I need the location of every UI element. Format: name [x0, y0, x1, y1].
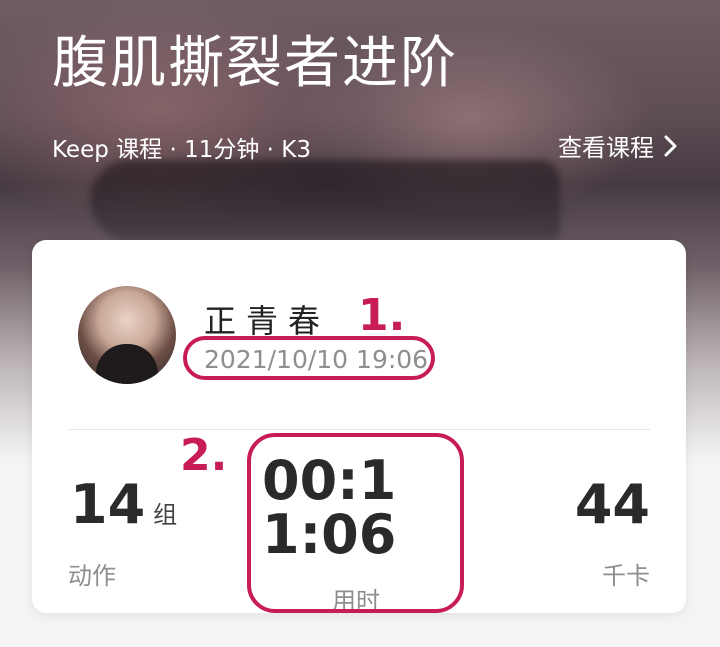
stat-actions-value-group: 14 组 — [70, 478, 177, 532]
annotation-circle-datetime — [183, 336, 435, 380]
stat-actions-value: 14 — [70, 473, 146, 536]
view-course-link[interactable]: 查看课程 — [558, 128, 678, 163]
avatar[interactable] — [78, 286, 176, 384]
workout-record-card: 正青春 2021/10/10 19:06 1. 14 组 动作 00:11:06 … — [32, 240, 686, 615]
divider — [68, 429, 650, 430]
annotation-circle-duration — [247, 433, 464, 613]
stat-calories-label: 千卡 — [602, 562, 650, 590]
stat-actions-label: 动作 — [68, 562, 116, 590]
stat-calories-value: 44 — [574, 473, 650, 536]
view-course-label: 查看课程 — [558, 134, 654, 162]
annotation-marker-1: 1. — [358, 290, 406, 341]
course-title: 腹肌撕裂者进阶 — [52, 31, 458, 96]
course-meta: Keep 课程 · 11分钟 · K3 — [52, 137, 311, 163]
chevron-right-icon — [664, 135, 677, 156]
hero-background-figure — [90, 160, 560, 240]
stat-actions-unit: 组 — [153, 501, 178, 529]
annotation-marker-2: 2. — [180, 430, 228, 481]
